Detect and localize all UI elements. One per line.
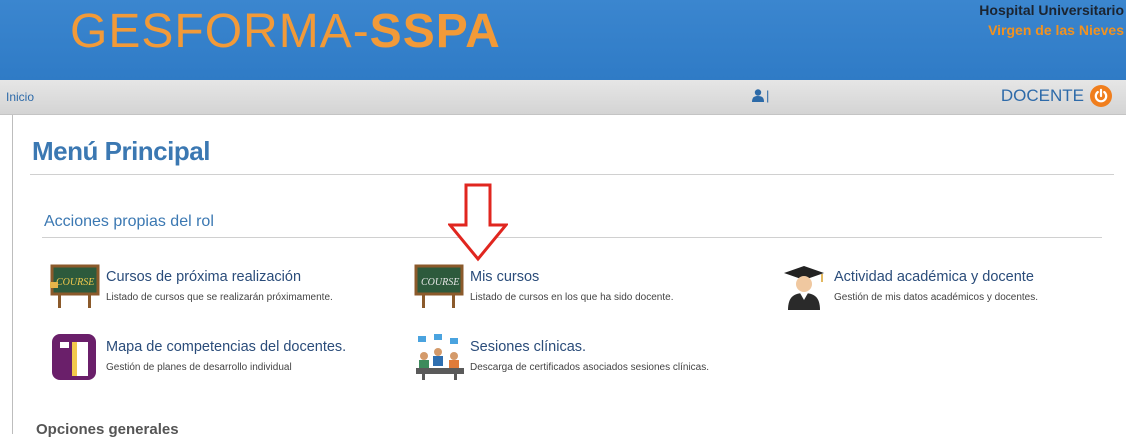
menu-item-cursos-proxima[interactable]: COURSE Cursos de próxima realización Lis… xyxy=(50,264,333,310)
section-divider xyxy=(42,237,1102,238)
user-menu[interactable]: | xyxy=(752,88,769,103)
general-options-title: Opciones generales xyxy=(36,421,179,438)
gesforma-logo: GESFORMA-SSPA xyxy=(70,2,501,62)
item-label[interactable]: Actividad académica y docente xyxy=(834,268,1038,286)
logout-button[interactable] xyxy=(1090,85,1112,107)
inicio-link[interactable]: Inicio xyxy=(6,90,34,104)
logo-separator: - xyxy=(352,5,370,58)
menu-item-mapa-competencias[interactable]: Mapa de competencias del docentes. Gesti… xyxy=(50,334,346,380)
user-icon[interactable] xyxy=(752,89,764,102)
hospital-line1: Hospital Universitario xyxy=(979,2,1124,18)
item-label[interactable]: Sesiones clínicas. xyxy=(470,338,709,356)
hospital-line2: Virgen de las Nieves xyxy=(988,22,1124,38)
item-label[interactable]: Cursos de próxima realización xyxy=(106,268,333,286)
meeting-icon xyxy=(416,334,464,380)
item-label[interactable]: Mapa de competencias del docentes. xyxy=(106,338,346,356)
logo-accent-text: SSPA xyxy=(369,5,501,58)
svg-text:COURSE: COURSE xyxy=(421,277,459,288)
power-icon xyxy=(1094,88,1108,103)
logo-main-text: GESFORMA xyxy=(70,5,353,58)
item-description: Descarga de certificados asociados sesio… xyxy=(470,362,710,373)
menu-item-sesiones-clinicas[interactable]: Sesiones clínicas. Descarga de certifica… xyxy=(414,334,709,380)
menu-item-actividad-academica[interactable]: Actividad académica y docente Gestión de… xyxy=(778,264,1038,310)
course-board-icon: COURSE xyxy=(50,264,100,308)
item-description: Gestión de mis datos académicos y docent… xyxy=(834,292,1038,303)
item-description: Listado de cursos que se realizarán próx… xyxy=(106,292,333,303)
section-title: Acciones propias del rol xyxy=(44,213,214,230)
menu-item-mis-cursos[interactable]: COURSE Mis cursos Listado de cursos en l… xyxy=(414,264,673,310)
red-down-arrow-icon xyxy=(448,183,508,262)
app-header: GESFORMA-SSPA Hospital Universitario Vir… xyxy=(0,0,1126,80)
svg-text:COURSE: COURSE xyxy=(56,277,94,288)
graduate-icon xyxy=(784,266,824,310)
title-divider xyxy=(30,174,1114,175)
page-title: Menú Principal xyxy=(32,136,210,166)
item-description: Gestión de planes de desarrollo individu… xyxy=(106,362,292,373)
item-description: Listado de cursos en los que ha sido doc… xyxy=(470,292,674,303)
hospital-name: Hospital Universitario Virgen de las Nie… xyxy=(979,0,1124,40)
role-area: DOCENTE xyxy=(1001,85,1112,107)
item-label[interactable]: Mis cursos xyxy=(470,268,673,286)
nav-bar: Inicio | DOCENTE xyxy=(0,80,1126,115)
competency-map-icon xyxy=(52,334,96,380)
course-board-icon: COURSE xyxy=(414,264,464,308)
left-divider xyxy=(12,115,13,434)
user-separator: | xyxy=(766,88,770,103)
role-label: DOCENTE xyxy=(1000,86,1084,105)
